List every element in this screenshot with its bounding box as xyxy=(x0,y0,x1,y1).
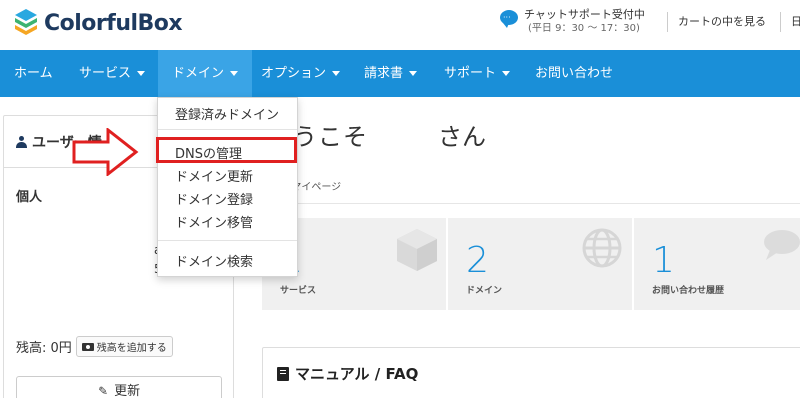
nav-home-label: ホーム xyxy=(14,66,53,81)
support-status: チャットサポート受付中 xyxy=(524,8,645,21)
view-cart-link[interactable]: カートの中を見る xyxy=(667,12,766,32)
nav-services-label: サービス xyxy=(79,66,132,81)
nav-invoices[interactable]: 請求書 xyxy=(364,50,418,97)
welcome-suffix: さん xyxy=(438,123,486,151)
caret-down-icon xyxy=(409,71,418,76)
add-balance-label: 残高を追加する xyxy=(96,343,167,354)
globe-icon xyxy=(582,228,622,268)
caret-down-icon xyxy=(230,71,239,76)
menu-item-domain-search[interactable]: ドメイン検索 xyxy=(175,251,253,270)
stat-label: サービス xyxy=(280,286,317,296)
user-icon xyxy=(16,135,27,148)
menu-item-domain-register[interactable]: ドメイン登録 xyxy=(175,189,253,208)
nav-contact-label: お問い合わせ xyxy=(535,66,614,81)
brand-logo[interactable]: ColorfulBox xyxy=(14,8,183,38)
stat-label: ドメイン xyxy=(466,286,503,296)
nav-contact[interactable]: お問い合わせ xyxy=(535,50,613,97)
nav-support-label: サポート xyxy=(444,66,497,81)
domain-dropdown-menu: 登録済みドメイン DNSの管理 ドメイン更新 ドメイン登録 ドメイン移管 ドメイ… xyxy=(157,97,298,277)
nav-invoices-label: 請求書 xyxy=(364,66,404,81)
account-type: 個人 xyxy=(16,190,43,205)
menu-divider xyxy=(158,240,297,241)
chat-bubble-icon: ··· xyxy=(500,10,518,28)
faq-panel: マニュアル / FAQ xyxy=(262,347,800,398)
language-link[interactable]: 日 xyxy=(780,12,800,32)
stat-value: 2 xyxy=(466,240,489,281)
nav-options-label: オプション xyxy=(261,66,327,81)
menu-item-domain-transfer[interactable]: ドメイン移管 xyxy=(175,212,253,231)
breadcrumb-current: マイページ xyxy=(291,182,342,193)
support-hours: (平日 9：30 ～ 17：30) xyxy=(528,23,640,34)
nav-support[interactable]: サポート xyxy=(444,50,511,97)
annotation-arrow-icon xyxy=(72,128,139,176)
stat-tile-domains[interactable]: 2 ドメイン xyxy=(448,218,632,310)
add-balance-button[interactable]: 残高を追加する xyxy=(75,336,173,357)
balance-label: 残高: 0円 xyxy=(16,341,72,356)
nav-domains-label: ドメイン xyxy=(172,66,225,81)
book-icon xyxy=(277,366,289,381)
comments-icon xyxy=(764,230,800,260)
divider xyxy=(262,203,800,204)
welcome-heading: うこそ xyxy=(293,123,368,151)
nav-options[interactable]: オプション xyxy=(261,50,341,97)
logo-icon xyxy=(15,9,37,35)
top-header: ColorfulBox ··· チャットサポート受付中 (平日 9：30 ～ 1… xyxy=(0,0,800,50)
nav-home[interactable]: ホーム xyxy=(14,50,53,97)
faq-title-row[interactable]: マニュアル / FAQ xyxy=(277,363,418,384)
balance-row: 残高: 0円 残高を追加する xyxy=(16,336,173,357)
main-navbar: ホーム サービス ドメイン オプション 請求書 サポート お問い合わせ xyxy=(0,50,800,97)
caret-down-icon xyxy=(502,71,511,76)
caret-down-icon xyxy=(137,71,146,76)
update-button[interactable]: ✏ 更新 xyxy=(16,376,222,398)
stat-label: お問い合わせ履歴 xyxy=(652,286,725,296)
highlight-annotation-box xyxy=(156,137,297,163)
brand-name: ColorfulBox xyxy=(44,10,183,36)
money-icon xyxy=(81,342,94,351)
chat-support[interactable]: ··· チャットサポート受付中 (平日 9：30 ～ 17：30) xyxy=(500,8,645,36)
menu-item-registered-domains[interactable]: 登録済みドメイン xyxy=(175,104,279,123)
caret-down-icon xyxy=(332,71,341,76)
nav-services[interactable]: サービス xyxy=(79,50,146,97)
menu-item-domain-renew[interactable]: ドメイン更新 xyxy=(175,166,253,185)
pencil-icon: ✏ xyxy=(94,382,112,398)
update-label: 更新 xyxy=(114,384,141,398)
faq-title: マニュアル / FAQ xyxy=(295,365,419,383)
box-icon xyxy=(397,229,437,271)
nav-domains[interactable]: ドメイン xyxy=(158,50,253,97)
stat-tile-inquiries[interactable]: 1 お問い合わせ履歴 xyxy=(634,218,800,310)
menu-divider xyxy=(158,129,297,130)
stat-value: 1 xyxy=(652,240,675,281)
